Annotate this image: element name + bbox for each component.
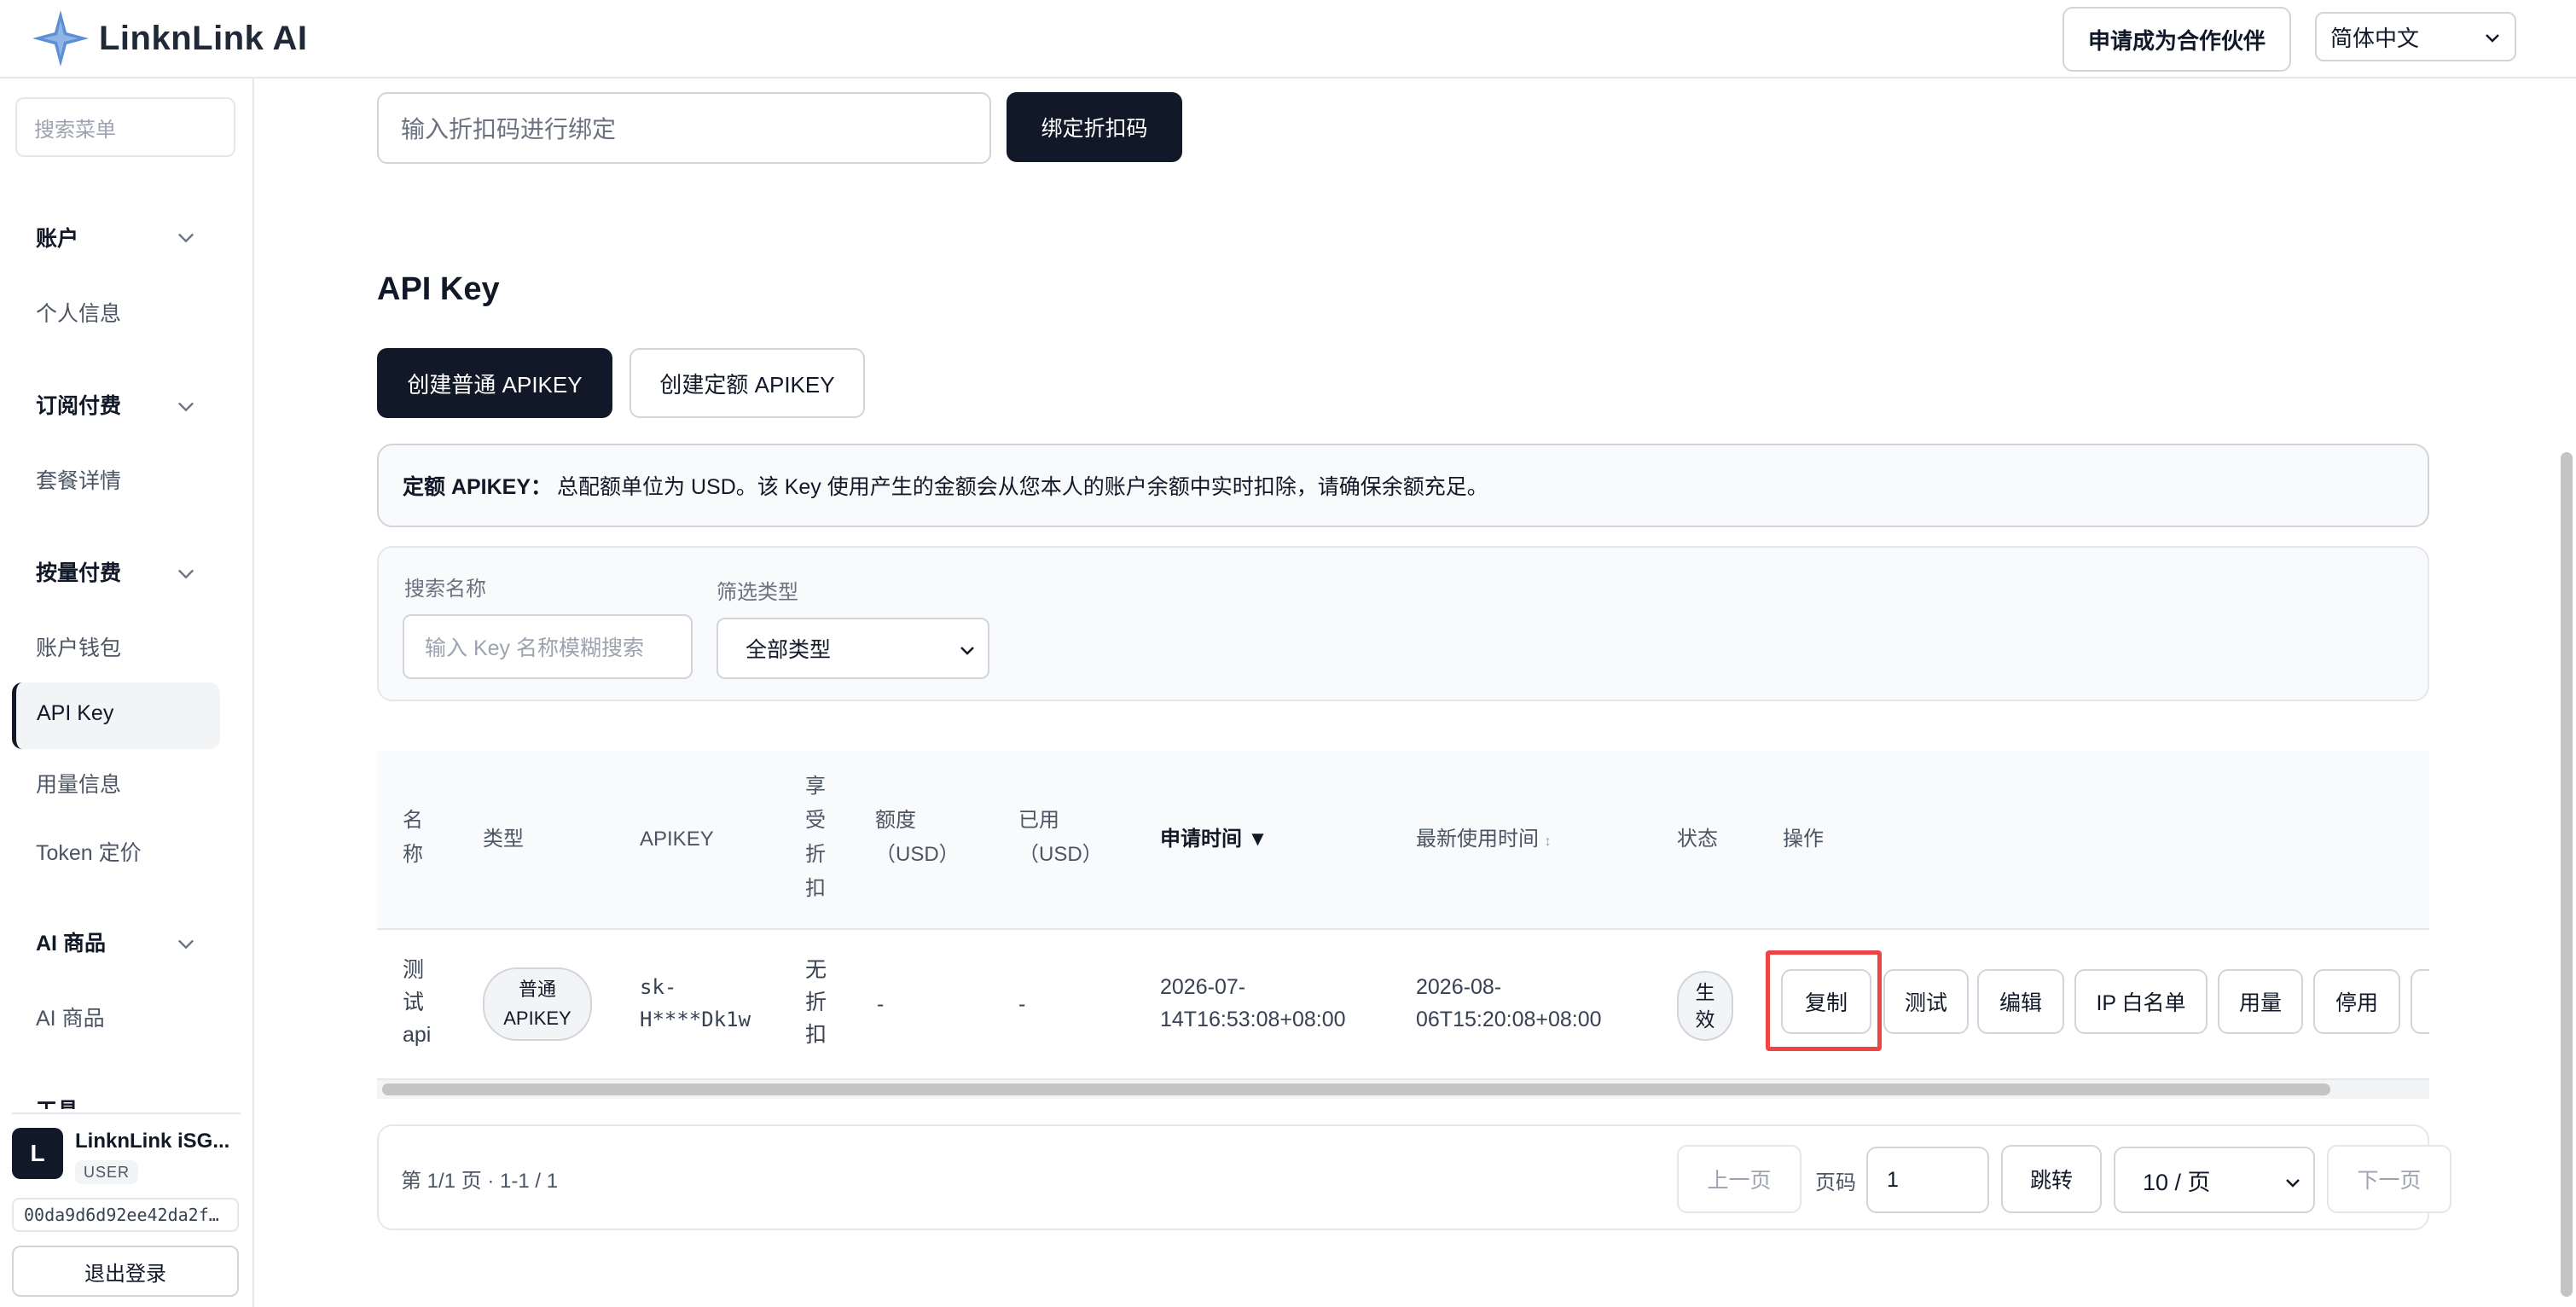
th-quota: 额度 （USD）: [875, 809, 960, 866]
sort-icon: ↕: [1544, 834, 1552, 849]
prev-page-button[interactable]: 上一页: [1677, 1145, 1801, 1213]
chevron-down-icon[interactable]: [174, 932, 198, 956]
cell-quota: -: [877, 992, 885, 1016]
brand-logo[interactable]: LinknLink AI: [31, 9, 308, 68]
notice-text: 总配额单位为 USD。该 Key 使用产生的金额会从您本人的账户余额中实时扣除，…: [557, 475, 1488, 499]
user-role-badge: USER: [75, 1160, 139, 1184]
become-partner-button[interactable]: 申请成为合作伙伴: [2063, 7, 2291, 72]
page-number-label: 页码: [1815, 1171, 1856, 1194]
cell-last-used: 2026-08- 06T15:20:08+08:00: [1416, 975, 1602, 1031]
th-used: 已用 （USD）: [1018, 809, 1103, 866]
top-bar: LinknLink AI 申请成为合作伙伴 简体中文: [0, 0, 2576, 78]
th-apikey: APIKEY: [640, 828, 714, 851]
sidebar-item-token-pricing[interactable]: Token 定价: [36, 836, 142, 867]
more-action-button[interactable]: [2411, 969, 2429, 1034]
cell-name: 测 试 api: [403, 958, 432, 1047]
horizontal-scrollbar-thumb[interactable]: [382, 1083, 2330, 1095]
notice-label: 定额 APIKEY：: [403, 475, 553, 499]
th-type: 类型: [483, 828, 524, 851]
create-normal-apikey-button[interactable]: 创建普通 APIKEY: [377, 348, 612, 418]
test-button[interactable]: 测试: [1883, 969, 1969, 1034]
edit-button[interactable]: 编辑: [1977, 969, 2064, 1034]
discount-code-input[interactable]: 输入折扣码进行绑定: [377, 92, 991, 164]
table-header: 名 称 类型 APIKEY 享 受 折 扣 额度 （USD） 已用 （USD） …: [377, 751, 2429, 930]
next-page-button[interactable]: 下一页: [2327, 1145, 2451, 1213]
pagination: 第 1/1 页 · 1-1 / 1 上一页 页码 1 跳转 10 / 页 下一页: [377, 1124, 2451, 1230]
cell-apply-time: 2026-07- 14T16:53:08+08:00: [1160, 975, 1346, 1031]
bind-discount-button[interactable]: 绑定折扣码: [1007, 92, 1182, 162]
chevron-down-icon[interactable]: [174, 225, 198, 249]
page-title: API Key: [377, 271, 500, 307]
th-name[interactable]: 名 称: [403, 804, 423, 872]
ip-whitelist-button[interactable]: IP 白名单: [2074, 969, 2208, 1034]
page-size-value: 10 / 页: [2143, 1169, 2211, 1195]
apikey-table: 名 称 类型 APIKEY 享 受 折 扣 额度 （USD） 已用 （USD） …: [377, 751, 2429, 1101]
th-discount: 享 受 折 扣: [805, 775, 826, 900]
sidebar-item-api-key[interactable]: API Key: [12, 683, 220, 749]
user-name: LinknLink iSG...: [75, 1130, 230, 1153]
table-row: 测 试 api 普通 APIKEY sk- H****Dk1w 无 折 扣 - …: [377, 930, 2429, 1080]
type-filter-value: 全部类型: [746, 638, 832, 662]
page-size-select[interactable]: 10 / 页: [2114, 1147, 2315, 1213]
sidebar-group-account[interactable]: 账户: [36, 222, 78, 253]
sidebar-item-ai-products[interactable]: AI 商品: [36, 1002, 105, 1032]
sidebar-group-subscription[interactable]: 订阅付费: [36, 389, 121, 420]
sidebar-item-profile[interactable]: 个人信息: [36, 297, 121, 328]
th-last-used-sort[interactable]: 最新使用时间 ↕: [1416, 822, 1552, 859]
jump-button[interactable]: 跳转: [2001, 1145, 2102, 1213]
sidebar-divider: [12, 1112, 241, 1114]
sidebar-group-ai-products[interactable]: AI 商品: [36, 927, 106, 957]
th-apply-time-sort[interactable]: 申请时间 ▼: [1160, 822, 1268, 857]
sidebar-item-label: API Key: [37, 701, 114, 725]
sidebar-item-plan-details[interactable]: 套餐详情: [36, 464, 121, 495]
th-actions: 操作: [1783, 828, 1824, 851]
sidebar-group-tools[interactable]: 工具: [36, 1094, 78, 1109]
sidebar-item-wallet[interactable]: 账户钱包: [36, 631, 121, 662]
pagination-info: 第 1/1 页 · 1-1 / 1: [401, 1170, 559, 1193]
th-status: 状态: [1677, 828, 1718, 851]
type-badge: 普通 APIKEY: [483, 967, 592, 1041]
sidebar-item-usage[interactable]: 用量信息: [36, 768, 121, 799]
key-name-search-input[interactable]: 输入 Key 名称模糊搜索: [403, 614, 693, 679]
avatar: L: [12, 1128, 63, 1179]
usage-button[interactable]: 用量: [2218, 969, 2303, 1034]
vertical-scrollbar[interactable]: [2561, 452, 2573, 1297]
create-fixed-apikey-button[interactable]: 创建定额 APIKEY: [629, 348, 865, 418]
chevron-down-icon: [960, 647, 974, 655]
page-number-input[interactable]: 1: [1866, 1147, 1989, 1213]
type-filter-select[interactable]: 全部类型: [717, 618, 989, 679]
cell-discount: 无 折 扣: [805, 958, 827, 1047]
chevron-down-icon[interactable]: [174, 394, 198, 418]
chevron-down-icon: [2486, 34, 2499, 43]
sparkle-logo-icon: [32, 10, 89, 67]
filter-panel: 搜索名称 输入 Key 名称模糊搜索 筛选类型 全部类型: [377, 546, 2429, 701]
language-value: 简体中文: [2330, 25, 2420, 51]
cell-used: -: [1018, 992, 1026, 1016]
language-select[interactable]: 简体中文: [2315, 12, 2516, 61]
logout-button[interactable]: 退出登录: [12, 1246, 239, 1297]
disable-button[interactable]: 停用: [2313, 969, 2400, 1034]
menu-search-input[interactable]: 搜索菜单: [15, 97, 235, 157]
chevron-down-icon: [2286, 1179, 2300, 1188]
highlight-box: [1766, 950, 1882, 1051]
fixed-apikey-notice: 定额 APIKEY： 总配额单位为 USD。该 Key 使用产生的金额会从您本人…: [377, 444, 2429, 527]
brand-name: LinknLink AI: [99, 19, 308, 57]
type-filter-label: 筛选类型: [717, 581, 798, 604]
cell-apikey: sk- H****Dk1w: [640, 975, 751, 1031]
chevron-down-icon[interactable]: [174, 561, 198, 585]
sidebar: 搜索菜单 账户 个人信息 订阅付费 套餐详情 按量付费 账户钱包 API Key…: [0, 78, 254, 1307]
status-badge: 生 效: [1677, 971, 1733, 1041]
search-name-label: 搜索名称: [404, 578, 486, 601]
sidebar-group-pay-as-you-go[interactable]: 按量付费: [36, 556, 121, 587]
user-id[interactable]: 00da9d6d92ee42da2f…: [12, 1198, 239, 1232]
horizontal-scrollbar[interactable]: [377, 1080, 2429, 1099]
